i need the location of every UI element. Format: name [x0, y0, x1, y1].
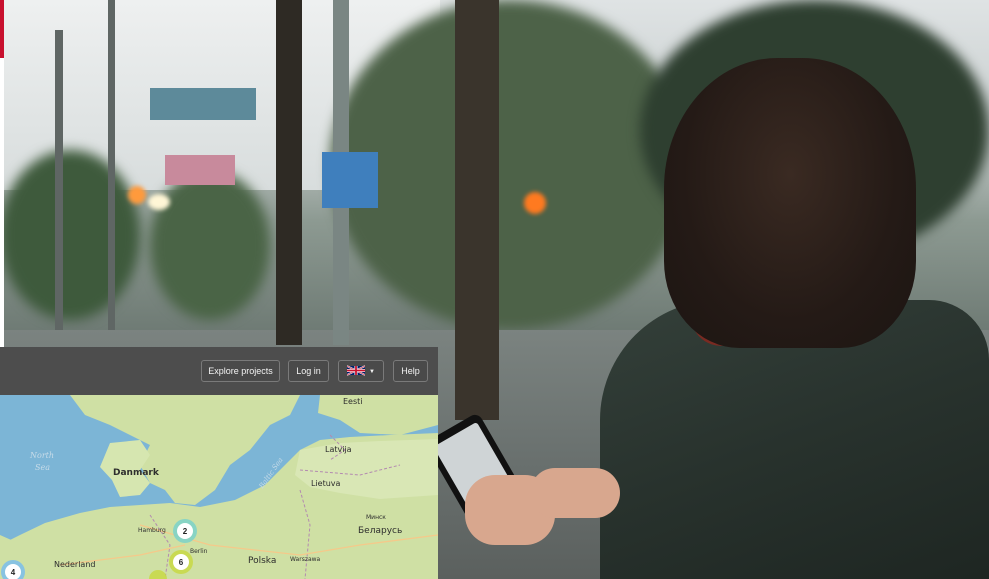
traffic-light [524, 192, 546, 214]
map-canvas[interactable]: Eesti North Sea Latvija Danmark Baltic S… [0, 395, 438, 579]
map-label-sea: Sea [35, 463, 50, 472]
map-label-polska: Polska [248, 556, 276, 566]
explore-projects-button[interactable]: Explore projects [201, 360, 280, 382]
top-navbar: Explore projects Log in ▼ Help [0, 347, 438, 395]
map-cluster-marker[interactable]: 2 [173, 519, 197, 543]
map-label-nederland: Nederland [54, 560, 95, 569]
map-label-latvija: Latvija [325, 445, 352, 454]
street-sign [150, 88, 256, 120]
help-button[interactable]: Help [393, 360, 428, 382]
app-window: Explore projects Log in ▼ Help Eesti Nor… [0, 347, 438, 579]
traffic-light [148, 194, 170, 210]
crosswalk-sign [322, 152, 378, 208]
person-hand [530, 468, 620, 518]
chevron-down-icon: ▼ [369, 368, 375, 375]
login-button[interactable]: Log in [288, 360, 329, 382]
tree-trunk [455, 0, 499, 420]
map-label-hamburg: Hamburg [138, 527, 166, 534]
map-label-belarus: Беларусь [358, 526, 402, 536]
language-selector[interactable]: ▼ [338, 360, 384, 382]
map-label-north: North [29, 451, 54, 460]
map-label-warszawa: Warszawa [290, 556, 321, 563]
tree-foliage [330, 0, 690, 330]
brand-red-strip [0, 0, 4, 58]
map-label-lietuva: Lietuva [311, 479, 341, 488]
tree-trunk [276, 0, 302, 345]
map-cluster-marker[interactable]: 6 [169, 550, 193, 574]
map-label-minsk: Минск [366, 514, 386, 521]
pole [55, 30, 63, 330]
uk-flag-icon [347, 365, 366, 376]
cluster-count: 2 [183, 527, 188, 536]
map-label-berlin: Berlin [190, 548, 208, 555]
cluster-count: 6 [179, 558, 184, 567]
map-label-eesti: Eesti [343, 397, 363, 406]
pole [108, 0, 115, 330]
tree-foliage [150, 170, 270, 320]
person-hair [664, 58, 916, 348]
map-label-danmark: Danmark [113, 468, 160, 478]
page-edge [0, 58, 4, 348]
billboard [165, 155, 235, 185]
cluster-count: 4 [11, 568, 16, 577]
traffic-light [128, 186, 146, 204]
map-view[interactable]: Eesti North Sea Latvija Danmark Baltic S… [0, 395, 438, 579]
tree-foliage [0, 150, 140, 320]
